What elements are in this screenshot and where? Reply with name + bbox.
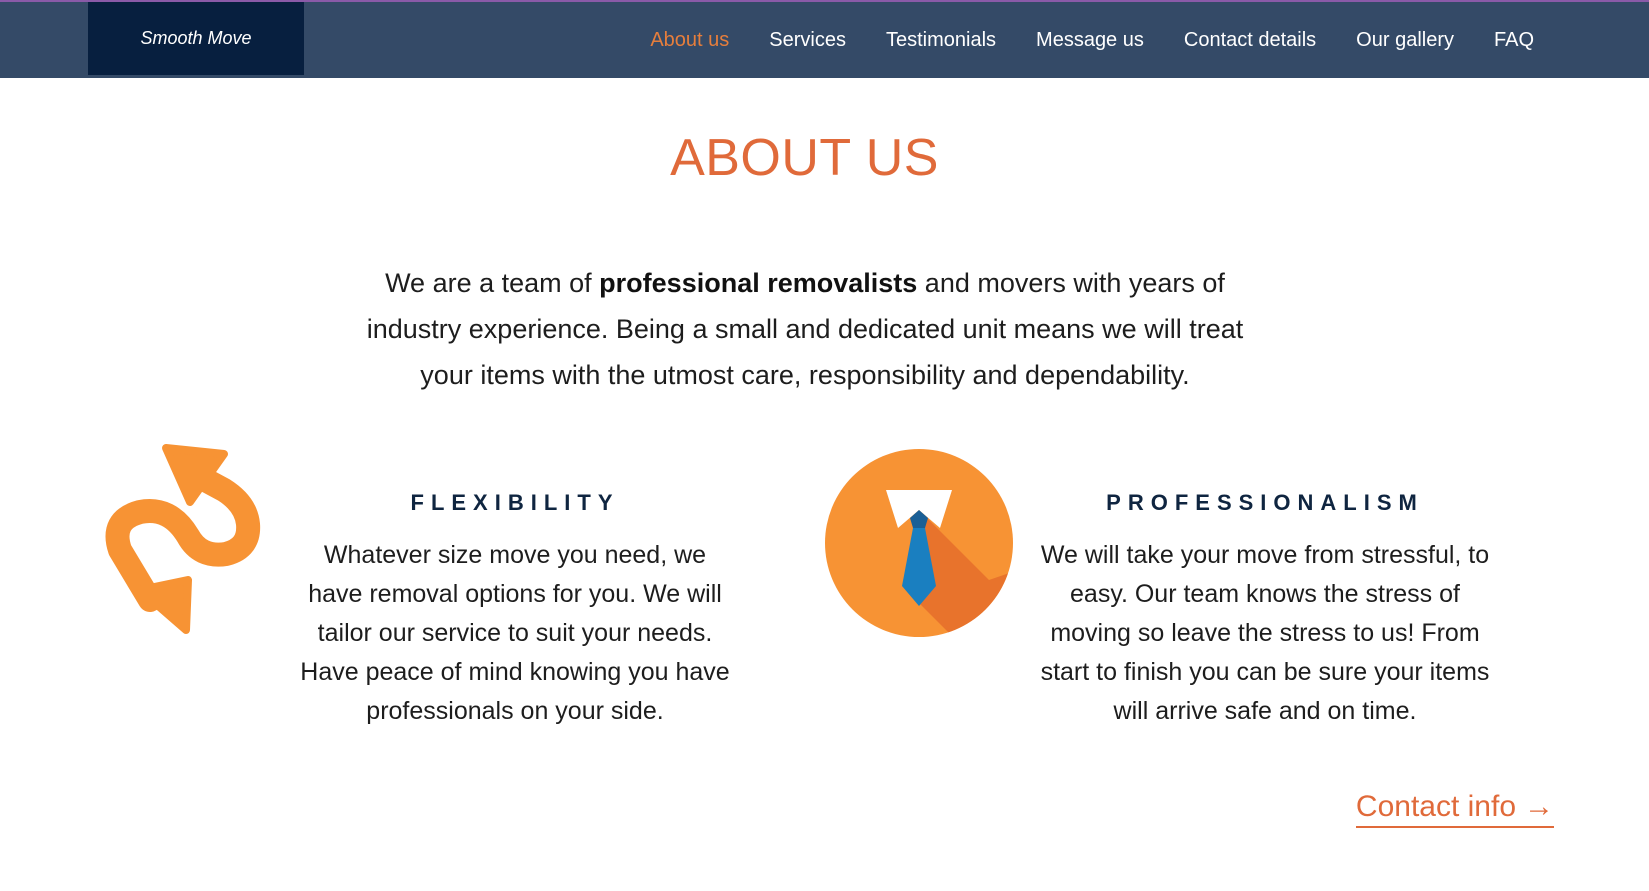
feature-text-professionalism: We will take your move from stressful, t… xyxy=(1040,541,1490,725)
intro-text-start: We are a team of xyxy=(385,268,600,298)
navbar: Smooth Move About us Services Testimonia… xyxy=(0,2,1649,78)
nav-links: About us Services Testimonials Message u… xyxy=(650,2,1534,78)
feature-heading-professionalism: PROFESSIONALISM xyxy=(1106,490,1424,515)
nav-link-message-us[interactable]: Message us xyxy=(1036,29,1144,52)
contact-info-link[interactable]: Contact info → xyxy=(1355,790,1554,828)
nav-link-services[interactable]: Services xyxy=(769,29,846,52)
page-title: ABOUT US xyxy=(670,129,939,187)
arrow-right-icon: → xyxy=(1524,790,1554,823)
nav-link-testimonials[interactable]: Testimonials xyxy=(886,29,996,52)
nav-link-contact-details[interactable]: Contact details xyxy=(1184,29,1316,52)
logo[interactable]: Smooth Move xyxy=(88,2,304,75)
feature-text-flexibility: Whatever size move you need, we have rem… xyxy=(300,541,730,725)
contact-info-label: Contact info xyxy=(1355,790,1516,823)
nav-link-about-us[interactable]: About us xyxy=(650,29,729,52)
flexible-arrows-icon xyxy=(100,440,280,640)
nav-link-faq[interactable]: FAQ xyxy=(1494,29,1534,52)
intro-bold-text: professional removalists xyxy=(599,268,918,298)
nav-link-our-gallery[interactable]: Our gallery xyxy=(1356,29,1454,52)
tie-icon xyxy=(824,448,1014,638)
intro-paragraph: We are a team of professional removalist… xyxy=(345,260,1265,398)
feature-heading-flexibility: FLEXIBILITY xyxy=(410,490,620,515)
